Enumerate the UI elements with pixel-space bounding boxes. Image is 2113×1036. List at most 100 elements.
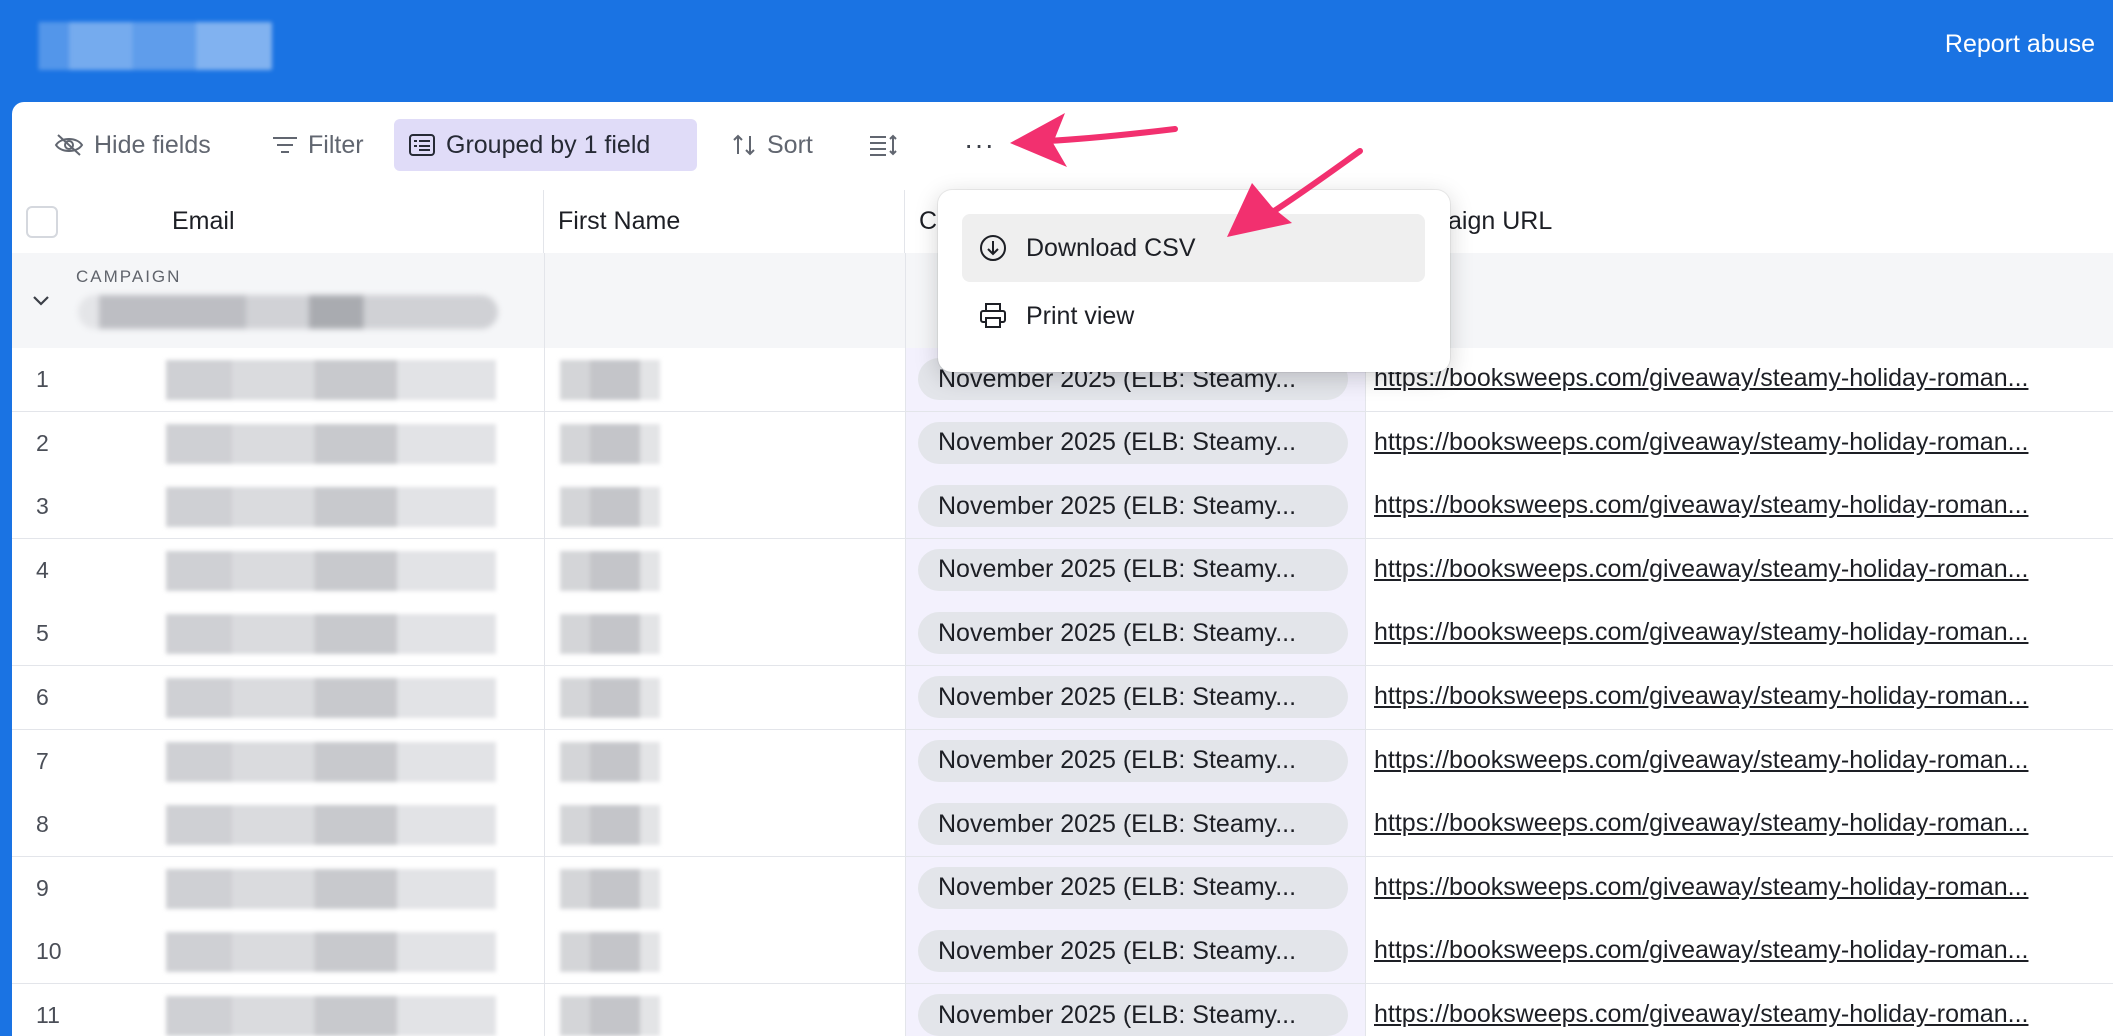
select-all-checkbox[interactable]: [26, 206, 58, 238]
campaign-pill: November 2025 (ELB: Steamy...: [918, 421, 1348, 464]
hide-fields-button[interactable]: Hide fields: [40, 119, 225, 171]
campaign-pill: November 2025 (ELB: Steamy...: [918, 866, 1348, 909]
campaign-url-link[interactable]: https://booksweeps.com/giveaway/steamy-h…: [1374, 746, 2104, 775]
blurred-first-name-cell: [560, 868, 660, 909]
row-height-button[interactable]: [854, 119, 922, 171]
annotation-arrow-icon: [1010, 113, 1178, 167]
row-number: 5: [36, 620, 49, 647]
row-number: 8: [36, 811, 49, 838]
blurred-email-cell: [166, 805, 496, 846]
group-divider: [905, 253, 906, 348]
campaign-cell[interactable]: November 2025 (ELB: Steamy...: [905, 856, 1366, 920]
blurred-email-cell: [166, 550, 496, 591]
blurred-email-cell: [166, 360, 496, 400]
campaign-url-column-header[interactable]: aign URL: [1364, 190, 2113, 253]
group-by-button[interactable]: Grouped by 1 field: [394, 119, 697, 171]
blurred-first-name-cell: [560, 996, 660, 1036]
column-divider: [544, 729, 545, 793]
print-view-label: Print view: [1026, 301, 1135, 330]
blurred-email-cell: [166, 996, 496, 1036]
email-column-header[interactable]: Email: [12, 190, 544, 253]
table-row[interactable]: 8 November 2025 (ELB: Steamy... https://bo…: [12, 793, 2113, 858]
column-divider: [544, 920, 545, 984]
sort-icon: [733, 134, 755, 156]
campaign-url-header-label: aign URL: [1448, 207, 1553, 235]
blurred-email-cell: [166, 614, 496, 655]
blurred-email-cell: [166, 487, 496, 528]
campaign-cell[interactable]: November 2025 (ELB: Steamy...: [905, 602, 1366, 666]
campaign-pill: November 2025 (ELB: Steamy...: [918, 739, 1348, 782]
print-view-menu-item[interactable]: Print view: [962, 282, 1425, 350]
blurred-group-value: [78, 295, 498, 329]
blurred-email-cell: [166, 868, 496, 909]
campaign-url-link[interactable]: https://booksweeps.com/giveaway/steamy-h…: [1374, 936, 2104, 965]
campaign-pill: November 2025 (ELB: Steamy...: [918, 612, 1348, 655]
row-number: 7: [36, 747, 49, 774]
column-divider: [544, 538, 545, 602]
campaign-url-link[interactable]: https://booksweeps.com/giveaway/steamy-h…: [1374, 491, 2104, 520]
campaign-url-link[interactable]: https://booksweeps.com/giveaway/steamy-h…: [1374, 873, 2104, 902]
sort-button[interactable]: Sort: [717, 119, 827, 171]
annotation-arrow-icon: [1227, 148, 1363, 237]
campaign-cell[interactable]: November 2025 (ELB: Steamy...: [905, 793, 1366, 857]
column-divider: [544, 984, 545, 1036]
row-number: 2: [36, 429, 49, 456]
campaign-url-link[interactable]: https://booksweeps.com/giveaway/steamy-h…: [1374, 682, 2104, 711]
eye-off-icon: [54, 134, 84, 156]
table-row[interactable]: 7 November 2025 (ELB: Steamy... https://bo…: [12, 729, 2113, 794]
table-row[interactable]: 5 November 2025 (ELB: Steamy... https://bo…: [12, 602, 2113, 667]
campaign-cell[interactable]: November 2025 (ELB: Steamy...: [905, 666, 1366, 729]
campaign-header-label: C: [919, 207, 938, 235]
campaign-url-link[interactable]: https://booksweeps.com/giveaway/steamy-h…: [1374, 555, 2104, 584]
printer-icon: [980, 303, 1006, 328]
campaign-cell[interactable]: November 2025 (ELB: Steamy...: [905, 411, 1366, 475]
download-icon: [980, 235, 1006, 261]
column-divider: [544, 856, 545, 920]
campaign-url-link[interactable]: https://booksweeps.com/giveaway/steamy-h…: [1374, 809, 2104, 838]
sort-label: Sort: [767, 130, 813, 159]
table-row[interactable]: 10 November 2025 (ELB: Steamy... https://b…: [12, 920, 2113, 985]
row-number: 1: [36, 366, 49, 392]
column-divider: [544, 666, 545, 729]
campaign-url-link[interactable]: https://booksweeps.com/giveaway/steamy-h…: [1374, 1000, 2104, 1029]
group-list-icon: [409, 134, 435, 156]
campaign-url-link[interactable]: https://booksweeps.com/giveaway/steamy-h…: [1374, 364, 2104, 393]
report-abuse-link[interactable]: Report abuse: [1945, 30, 2095, 59]
table-row[interactable]: 4 November 2025 (ELB: Steamy... https://bo…: [12, 538, 2113, 603]
blurred-first-name-cell: [560, 805, 660, 846]
chevron-down-icon[interactable]: [30, 289, 52, 311]
blurred-first-name-cell: [560, 614, 660, 655]
table-row[interactable]: 6 November 2025 (ELB: Steamy... https://bo…: [12, 666, 2113, 730]
column-divider: [544, 348, 545, 411]
blurred-first-name-cell: [560, 678, 660, 718]
group-by-label: Grouped by 1 field: [446, 130, 651, 159]
first-name-header-label: First Name: [558, 207, 681, 235]
campaign-cell[interactable]: November 2025 (ELB: Steamy...: [905, 475, 1366, 539]
first-name-column-header[interactable]: First Name: [544, 190, 905, 253]
campaign-pill: November 2025 (ELB: Steamy...: [918, 930, 1348, 973]
campaign-url-link[interactable]: https://booksweeps.com/giveaway/steamy-h…: [1374, 428, 2104, 457]
table-row[interactable]: 11 November 2025 (ELB: Steamy... https://b…: [12, 984, 2113, 1036]
group-field-label: CAMPAIGN: [76, 267, 182, 286]
table-row[interactable]: 3 November 2025 (ELB: Steamy... https://bo…: [12, 475, 2113, 540]
blurred-first-name-cell: [560, 932, 660, 973]
hide-fields-label: Hide fields: [94, 130, 211, 159]
campaign-url-link[interactable]: https://booksweeps.com/giveaway/steamy-h…: [1374, 618, 2104, 647]
column-divider: [544, 793, 545, 857]
filter-button[interactable]: Filter: [258, 119, 378, 171]
campaign-cell[interactable]: November 2025 (ELB: Steamy...: [905, 920, 1366, 984]
table-row[interactable]: 9 November 2025 (ELB: Steamy... https://bo…: [12, 856, 2113, 921]
blurred-email-cell: [166, 678, 496, 718]
campaign-pill: November 2025 (ELB: Steamy...: [918, 485, 1348, 528]
campaign-cell[interactable]: November 2025 (ELB: Steamy...: [905, 538, 1366, 602]
more-options-button[interactable]: ···: [950, 119, 1009, 171]
campaign-cell[interactable]: November 2025 (ELB: Steamy...: [905, 729, 1366, 793]
download-csv-label: Download CSV: [1026, 233, 1196, 262]
blurred-first-name-cell: [560, 360, 660, 400]
column-divider: [544, 411, 545, 475]
campaign-cell[interactable]: November 2025 (ELB: Steamy...: [905, 984, 1366, 1036]
table-row[interactable]: 2 November 2025 (ELB: Steamy... https://bo…: [12, 411, 2113, 476]
campaign-pill: November 2025 (ELB: Steamy...: [918, 676, 1348, 718]
row-number: 9: [36, 874, 49, 901]
blurred-email-cell: [166, 932, 496, 973]
